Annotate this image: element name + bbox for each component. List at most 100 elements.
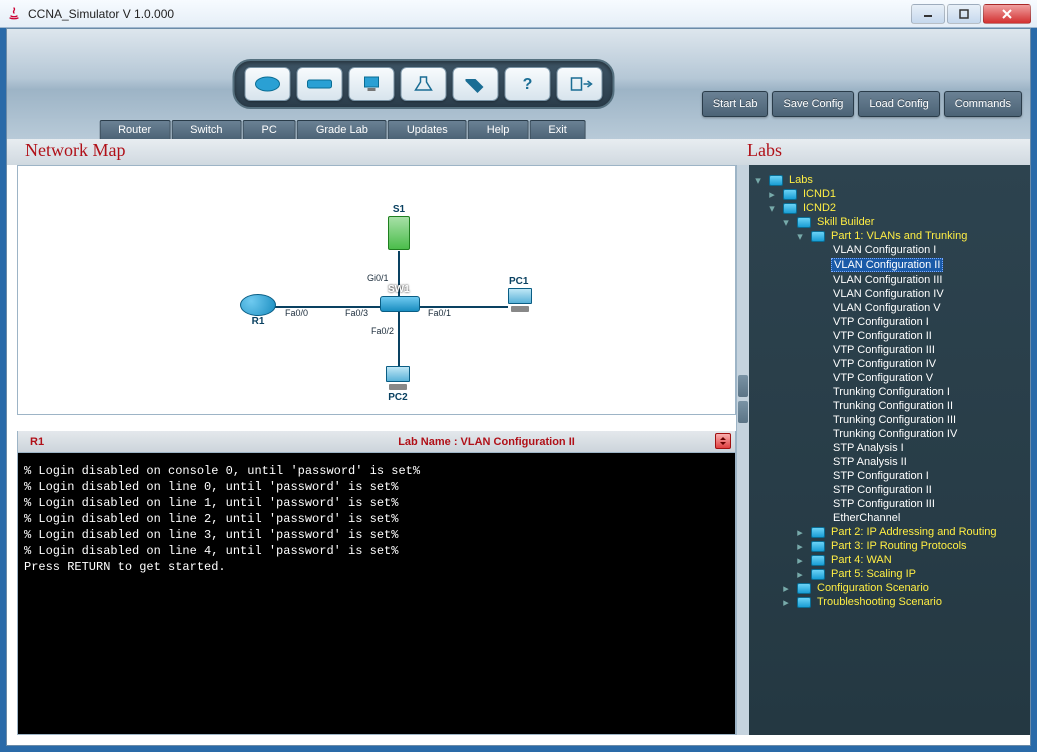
tree-folder[interactable]: ▸Part 5: Scaling IP [753, 567, 1022, 581]
tree-leaf[interactable]: VLAN Configuration III [753, 273, 1022, 287]
tab-updates[interactable]: Updates [388, 120, 467, 139]
tree-leaf[interactable]: STP Configuration I [753, 469, 1022, 483]
top-right-button-group: Start Lab Save Config Load Config Comman… [702, 91, 1022, 117]
tree-folder[interactable]: ▸Part 3: IP Routing Protocols [753, 539, 1022, 553]
folder-icon [797, 583, 811, 594]
start-lab-button[interactable]: Start Lab [702, 91, 769, 117]
tree-leaf[interactable]: VLAN Configuration V [753, 301, 1022, 315]
tree-label: VTP Configuration II [831, 330, 934, 342]
dock-exit-button[interactable] [556, 67, 602, 101]
tab-exit[interactable]: Exit [529, 120, 585, 139]
expand-icon[interactable]: ▸ [795, 541, 805, 551]
tag-icon [461, 75, 489, 93]
tree-label: Part 2: IP Addressing and Routing [829, 526, 999, 538]
tab-help[interactable]: Help [468, 120, 529, 139]
terminal-resize-grip[interactable] [715, 433, 731, 449]
device-pc1[interactable]: PC1 [506, 288, 534, 314]
dock-pc-button[interactable] [348, 67, 394, 101]
tree-folder[interactable]: ▸ Part 2: IP Addressing and Routing [753, 525, 1022, 539]
labs-tree-pane[interactable]: ▾ Labs▸ICND1▾ICND2▾Skill Builder▾Part 1: … [749, 165, 1030, 735]
window-titlebar: CCNA_Simulator V 1.0.000 [0, 0, 1037, 28]
svg-text:?: ? [522, 76, 532, 93]
commands-button[interactable]: Commands [944, 91, 1022, 117]
device-label-sw1: SW1 [388, 284, 410, 295]
device-label-pc2: PC2 [384, 392, 412, 403]
tree-folder[interactable]: ▸ICND1 [753, 187, 1022, 201]
expand-icon[interactable]: ▸ [781, 583, 791, 593]
device-pc2[interactable]: PC2 [384, 366, 412, 403]
tree-label: Configuration Scenario [815, 582, 931, 594]
dock-help-button[interactable]: ? [504, 67, 550, 101]
expand-icon[interactable]: ▸ [795, 527, 805, 537]
tree-folder[interactable]: ▾ Labs [753, 173, 1022, 187]
tree-label: STP Analysis II [831, 456, 909, 468]
tree-leaf[interactable]: Trunking Configuration IV [753, 427, 1022, 441]
tree-label: Labs [787, 174, 815, 186]
load-config-button[interactable]: Load Config [858, 91, 939, 117]
tree-folder[interactable]: ▾ICND2 [753, 201, 1022, 215]
tree-folder[interactable]: ▸Troubleshooting Scenario [753, 595, 1022, 609]
pc-icon [506, 288, 534, 314]
tree-leaf[interactable]: VTP Configuration I [753, 315, 1022, 329]
dock-router-button[interactable] [244, 67, 290, 101]
folder-icon [783, 203, 797, 214]
tree-leaf[interactable]: VTP Configuration II [753, 329, 1022, 343]
device-r1[interactable]: R1 [240, 294, 276, 327]
tree-folder[interactable]: ▸ Configuration Scenario [753, 581, 1022, 595]
save-config-button[interactable]: Save Config [772, 91, 854, 117]
tree-leaf[interactable]: STP Analysis I [753, 441, 1022, 455]
network-map-canvas[interactable]: R1 SW1 S1 PC1 PC2 [17, 165, 736, 415]
tree-label: STP Configuration I [831, 470, 931, 482]
dock-switch-button[interactable] [296, 67, 342, 101]
folder-icon [811, 541, 825, 552]
tree-folder[interactable]: ▾Skill Builder [753, 215, 1022, 229]
folder-icon [811, 569, 825, 580]
tree-leaf[interactable]: VTP Configuration V [753, 371, 1022, 385]
pc-icon [384, 366, 412, 392]
tree-leaf[interactable]: VLAN Configuration IV [753, 287, 1022, 301]
expand-icon[interactable]: ▸ [767, 189, 777, 199]
maximize-button[interactable] [947, 4, 981, 24]
expand-icon[interactable]: ▸ [781, 597, 791, 607]
port-label-fa03: Fa0/3 [345, 308, 368, 318]
tree-leaf[interactable]: EtherChannel [753, 511, 1022, 525]
device-sw1[interactable]: SW1 [380, 296, 420, 312]
tree-leaf[interactable]: VLAN Configuration I [753, 243, 1022, 257]
close-button[interactable] [983, 4, 1031, 24]
collapse-icon[interactable]: ▾ [767, 203, 777, 213]
expand-icon[interactable]: ▸ [795, 569, 805, 579]
tree-leaf[interactable]: Trunking Configuration II [753, 399, 1022, 413]
tab-pc[interactable]: PC [243, 120, 296, 139]
dock-updates-button[interactable] [452, 67, 498, 101]
dock-gradelab-button[interactable] [400, 67, 446, 101]
tab-switch[interactable]: Switch [171, 120, 241, 139]
tree-label: Trunking Configuration III [831, 414, 958, 426]
flask-icon [409, 75, 437, 93]
collapse-icon[interactable]: ▾ [753, 175, 763, 185]
tree-leaf[interactable]: Trunking Configuration I [753, 385, 1022, 399]
network-map-title: Network Map [7, 139, 737, 165]
tree-leaf[interactable]: STP Configuration III [753, 497, 1022, 511]
tree-label: Trunking Configuration IV [831, 428, 959, 440]
section-title-row: Network Map Labs [7, 139, 1030, 165]
collapse-icon[interactable]: ▾ [781, 217, 791, 227]
tree-label: VLAN Configuration II [831, 258, 943, 272]
tree-leaf[interactable]: VLAN Configuration II [753, 257, 1022, 273]
tree-leaf[interactable]: Trunking Configuration III [753, 413, 1022, 427]
terminal-output[interactable]: % Login disabled on console 0, until 'pa… [17, 453, 736, 735]
expand-icon[interactable]: ▸ [795, 555, 805, 565]
tree-leaf[interactable]: STP Configuration II [753, 483, 1022, 497]
minimize-button[interactable] [911, 4, 945, 24]
tree-leaf[interactable]: VTP Configuration IV [753, 357, 1022, 371]
folder-icon [797, 597, 811, 608]
tab-grade-lab[interactable]: Grade Lab [297, 120, 387, 139]
tree-leaf[interactable]: STP Analysis II [753, 455, 1022, 469]
tree-leaf[interactable]: VTP Configuration III [753, 343, 1022, 357]
tree-folder[interactable]: ▾Part 1: VLANs and Trunking [753, 229, 1022, 243]
splitter[interactable] [737, 165, 749, 735]
tree-label: STP Configuration III [831, 498, 937, 510]
tree-label: VLAN Configuration V [831, 302, 943, 314]
tab-router[interactable]: Router [99, 120, 170, 139]
tree-folder[interactable]: ▸Part 4: WAN [753, 553, 1022, 567]
collapse-icon[interactable]: ▾ [795, 231, 805, 241]
